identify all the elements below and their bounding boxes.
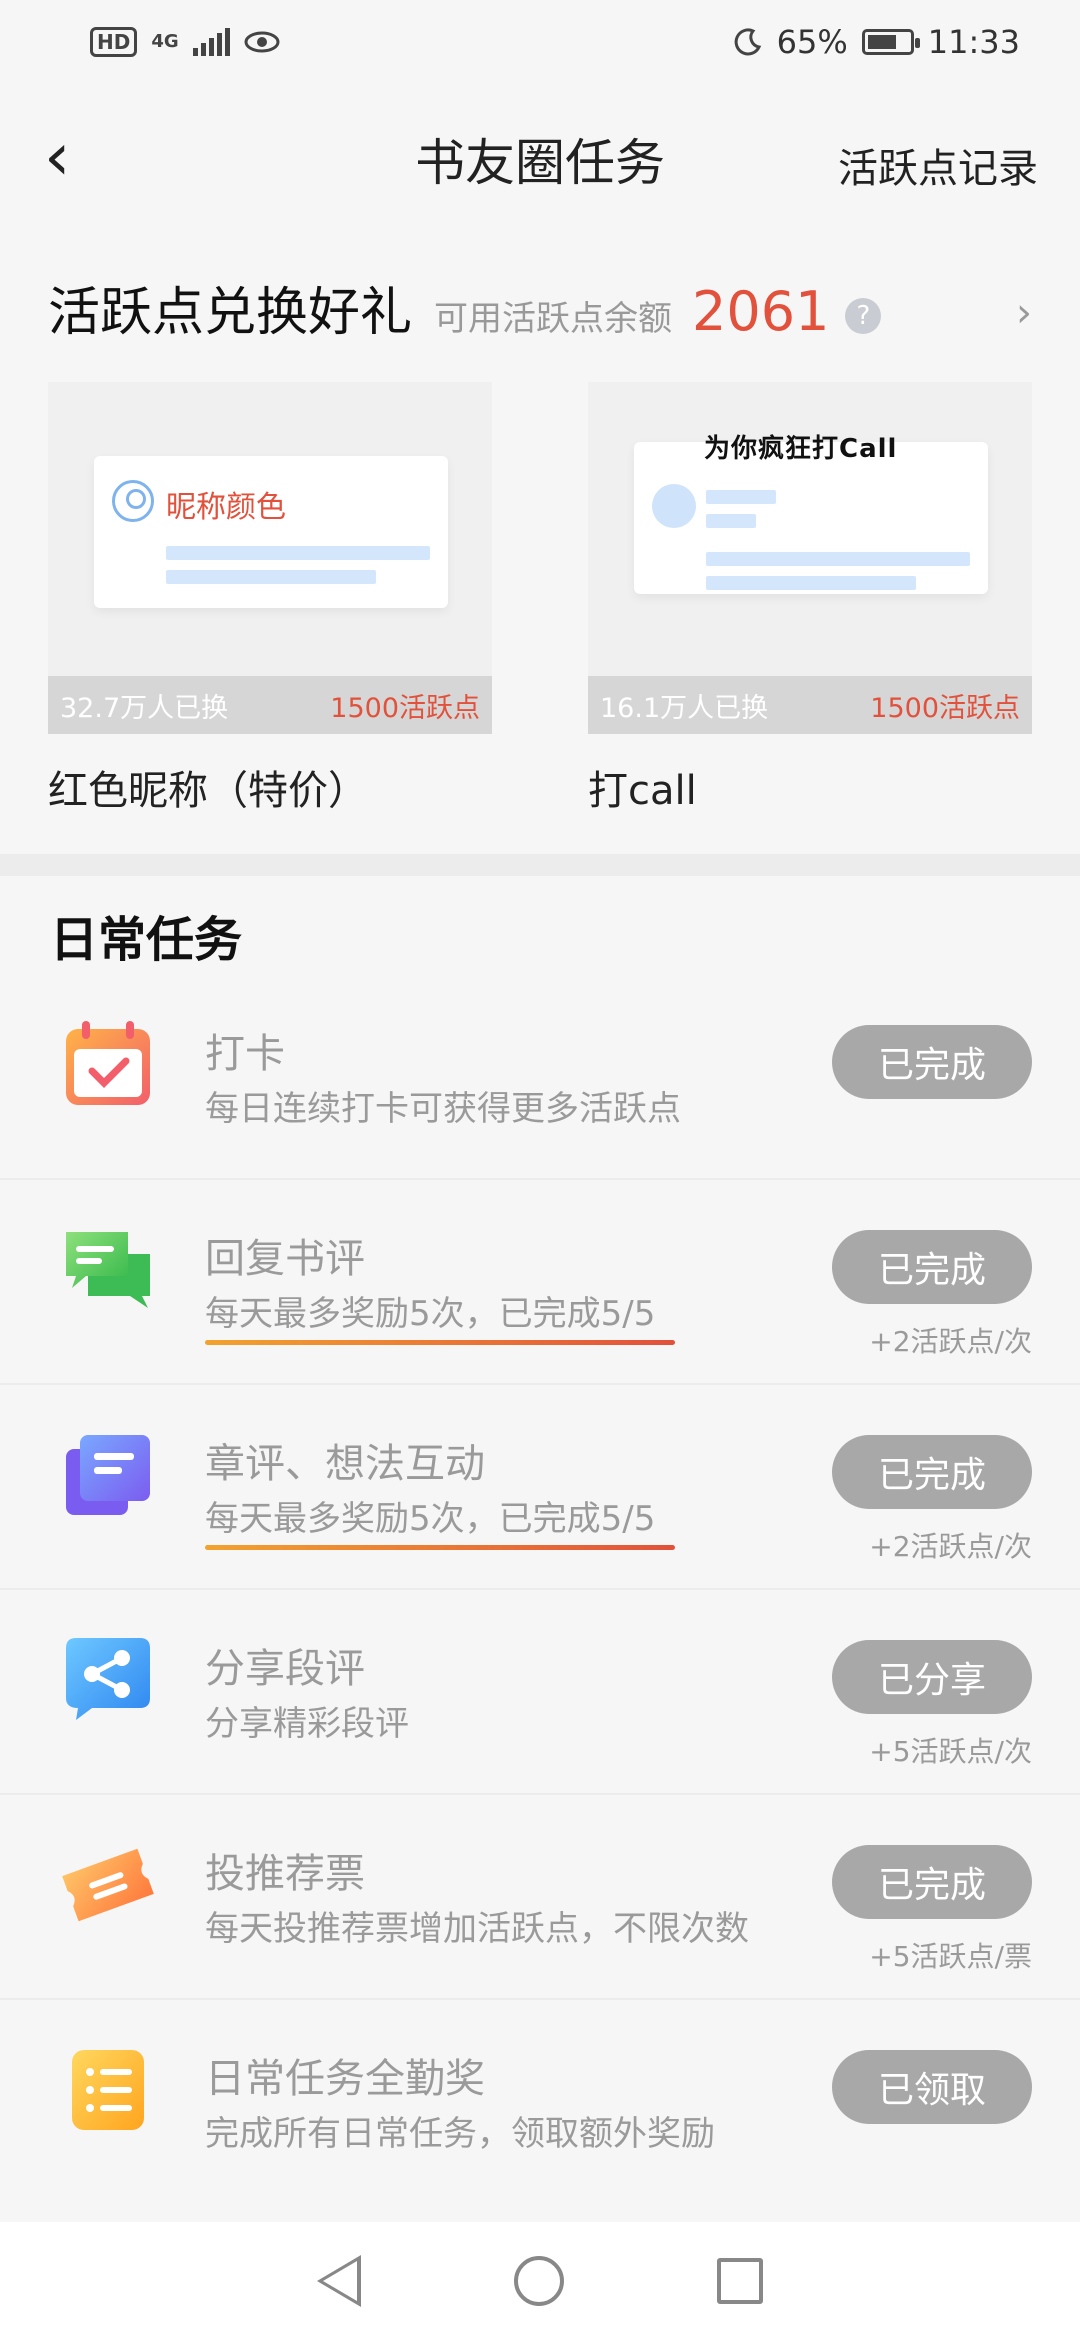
gift-name: 红色昵称（特价） <box>48 768 368 814</box>
section-divider <box>0 854 1080 876</box>
nav-recents-icon[interactable] <box>717 2258 764 2304</box>
gift-card-dacall[interactable]: 为你疯狂打Call 16.1万人已换 1500活跃点 打call <box>588 382 1032 816</box>
task-desc: 每天投推荐票增加活跃点，不限次数 <box>205 1909 749 1949</box>
nav-back-icon[interactable] <box>316 2255 361 2307</box>
network-icon: 4G <box>151 31 179 52</box>
task-title: 章评、想法互动 <box>205 1441 485 1487</box>
chevron-right-icon[interactable]: › <box>1016 290 1032 336</box>
gift-preview: 为你疯狂打Call 16.1万人已换 1500活跃点 <box>588 382 1032 734</box>
nav-home-icon[interactable] <box>513 2256 564 2306</box>
task-title: 日常任务全勤奖 <box>205 2056 485 2102</box>
task-reward: +2活跃点/次 <box>869 1530 1032 1563</box>
task-status-button[interactable]: 已分享 <box>832 1640 1032 1714</box>
eye-icon <box>244 31 280 53</box>
gift-price: 1500活跃点 <box>330 692 480 724</box>
comment-stack-icon <box>66 1435 150 1515</box>
progress-underline <box>205 1545 675 1550</box>
task-status-button[interactable]: 已完成 <box>832 1845 1032 1919</box>
help-icon[interactable]: ? <box>845 298 882 334</box>
task-desc: 分享精彩段评 <box>205 1704 409 1744</box>
share-icon <box>66 1638 150 1720</box>
daily-tasks-title: 日常任务 <box>50 912 243 968</box>
task-status-button[interactable]: 已完成 <box>832 1025 1032 1099</box>
balance-label: 可用活跃点余额 <box>434 299 673 339</box>
task-reward: +5活跃点/次 <box>869 1735 1032 1768</box>
exchange-header[interactable]: 活跃点兑换好礼 可用活跃点余额 2061 ? › <box>48 270 1032 360</box>
task-row-checkin: 打卡 每日连续打卡可获得更多活跃点 已完成 <box>0 975 1080 1180</box>
task-row-recommend-vote: 投推荐票 每天投推荐票增加活跃点，不限次数 已完成 +5活跃点/票 <box>0 1795 1080 2000</box>
task-row-attendance-bonus: 日常任务全勤奖 完成所有日常任务，领取额外奖励 已领取 <box>0 2000 1080 2205</box>
task-status-button[interactable]: 已领取 <box>832 2050 1032 2124</box>
task-status-button[interactable]: 已完成 <box>832 1435 1032 1509</box>
task-title: 打卡 <box>205 1031 285 1077</box>
avatar-icon <box>112 480 154 522</box>
moon-icon <box>734 28 761 56</box>
task-title: 回复书评 <box>205 1236 365 1282</box>
task-title: 分享段评 <box>205 1646 365 1692</box>
battery-icon <box>861 29 920 55</box>
task-status-button[interactable]: 已完成 <box>832 1230 1032 1304</box>
nickname-color-label: 昵称颜色 <box>166 490 286 525</box>
task-row-share: 分享段评 分享精彩段评 已分享 +5活跃点/次 <box>0 1590 1080 1795</box>
exchange-title: 活跃点兑换好礼 <box>48 283 413 343</box>
task-row-chapter-comment: 章评、想法互动 每天最多奖励5次，已完成5/5 已完成 +2活跃点/次 <box>0 1385 1080 1590</box>
back-icon[interactable]: ‹ <box>44 124 70 190</box>
gift-footer: 32.7万人已换 1500活跃点 <box>48 676 492 734</box>
gift-card-red-nickname[interactable]: 昵称颜色 32.7万人已换 1500活跃点 红色昵称（特价） <box>48 382 492 816</box>
signal-icon <box>192 28 230 56</box>
avatar-icon <box>652 484 696 528</box>
call-banner: 为你疯狂打Call <box>704 434 898 464</box>
task-title: 投推荐票 <box>205 1851 365 1897</box>
task-desc: 每天最多奖励5次，已完成5/5 <box>205 1499 656 1539</box>
hd-icon: HD <box>90 27 138 57</box>
exchange-count: 16.1万人已换 <box>600 692 769 724</box>
activity-record-link[interactable]: 活跃点记录 <box>838 136 1038 194</box>
nav-header: ‹ 书友圈任务 活跃点记录 <box>0 84 1080 234</box>
battery-percent: 65% <box>776 23 848 61</box>
task-row-reply-review: 回复书评 每天最多奖励5次，已完成5/5 已完成 +2活跃点/次 <box>0 1180 1080 1385</box>
system-nav-bar <box>0 2222 1080 2340</box>
gift-preview: 昵称颜色 32.7万人已换 1500活跃点 <box>48 382 492 734</box>
task-reward: +2活跃点/次 <box>869 1325 1032 1358</box>
task-reward: +5活跃点/票 <box>869 1940 1032 1973</box>
exchange-count: 32.7万人已换 <box>60 692 229 724</box>
balance-value: 2061 <box>692 280 830 343</box>
page-title: 书友圈任务 <box>415 134 665 192</box>
task-desc: 完成所有日常任务，领取额外奖励 <box>205 2114 715 2154</box>
task-desc: 每天最多奖励5次，已完成5/5 <box>205 1294 656 1334</box>
ticket-icon <box>62 1848 154 1922</box>
clock: 11:33 <box>927 23 1020 61</box>
progress-underline <box>205 1340 675 1345</box>
status-bar: HD 4G 65% 11:33 <box>0 0 1080 84</box>
task-desc: 每日连续打卡可获得更多活跃点 <box>205 1089 681 1129</box>
gift-price: 1500活跃点 <box>870 692 1020 724</box>
calendar-check-icon <box>66 1021 150 1105</box>
chat-bubble-icon <box>66 1232 150 1308</box>
gift-footer: 16.1万人已换 1500活跃点 <box>588 676 1032 734</box>
list-icon <box>72 2050 144 2130</box>
gift-name: 打call <box>588 768 697 814</box>
